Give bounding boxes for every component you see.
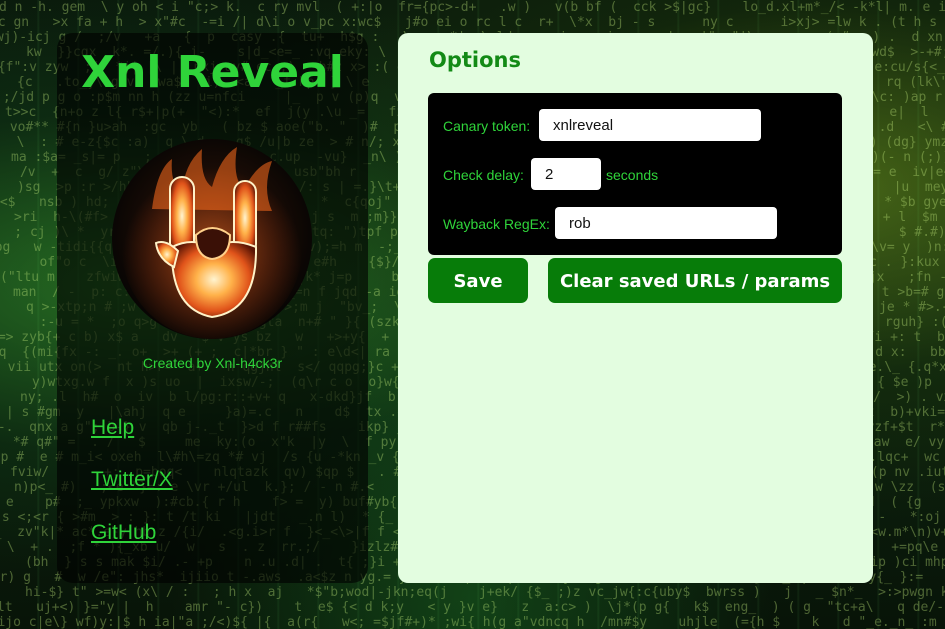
check-delay-unit: seconds [606,167,659,183]
settings-box: Canary token: Check delay: seconds Wayba… [428,93,842,255]
flaming-hand-logo-icon [112,139,312,339]
canary-token-input[interactable] [539,109,761,141]
options-title: Options [429,48,521,72]
wayback-regex-input[interactable] [555,207,777,239]
check-delay-input[interactable] [531,158,601,190]
github-link[interactable]: GitHub [91,521,156,545]
save-button[interactable]: Save [428,258,528,303]
check-delay-label: Check delay: [443,167,524,183]
app-title: Xnl Reveal [81,47,344,98]
help-link[interactable]: Help [91,416,134,440]
options-panel: Options Canary token: Check delay: secon… [398,33,873,583]
twitter-link[interactable]: Twitter/X [91,468,173,492]
clear-saved-button[interactable]: Clear saved URLs / params [548,258,842,303]
sidebar-panel: Xnl Reveal Created by Xnl-h4ck3r Help Tw… [57,33,368,583]
canary-token-label: Canary token: [443,118,531,134]
wayback-regex-label: Wayback RegEx: [443,216,550,232]
author-credit: Created by Xnl-h4ck3r [142,355,283,371]
